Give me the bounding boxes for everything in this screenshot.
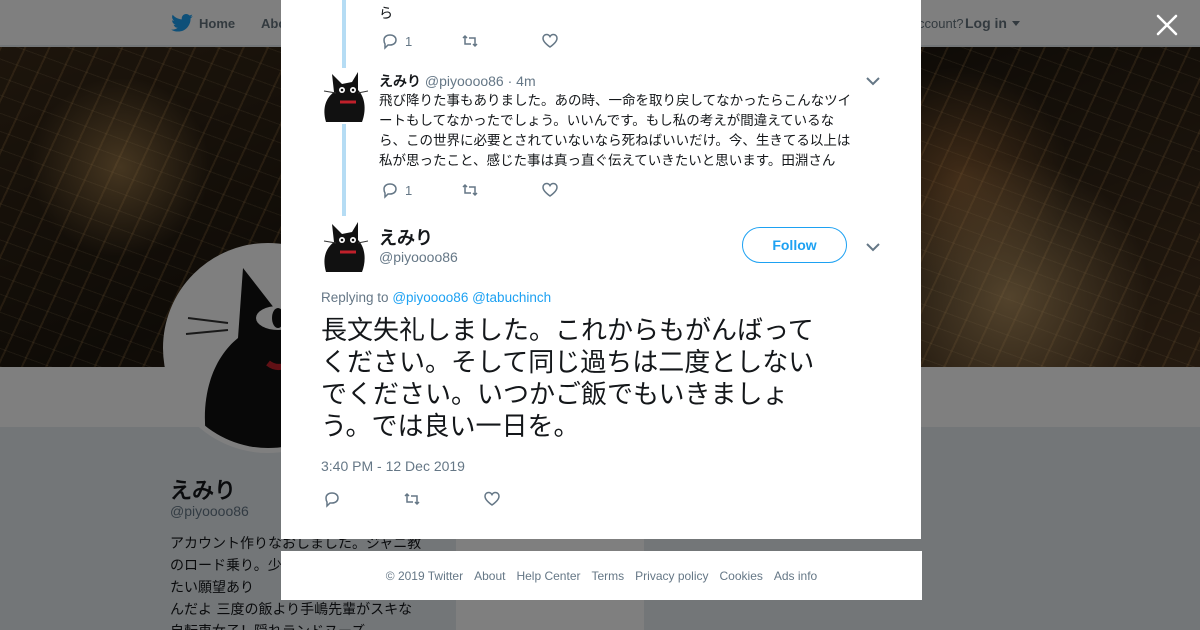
tweet-timestamp[interactable]: 3:40 PM - 12 Dec 2019 [321, 458, 465, 474]
like-button[interactable] [541, 181, 559, 199]
footer-link-cookies[interactable]: Cookies [720, 569, 763, 583]
footer-link-terms[interactable]: Terms [591, 569, 624, 583]
reply-count: 1 [405, 33, 413, 49]
footer-link-ads-info[interactable]: Ads info [774, 569, 817, 583]
tweet-actions: 1 [381, 181, 559, 199]
tweet-menu-chevron-icon[interactable] [866, 76, 880, 86]
user-avatar[interactable] [318, 70, 368, 122]
reply-icon [383, 183, 397, 199]
tweet-text-line: 飛び降りた事もありました。あの時、一命を取り戻してなかったらこんなツイ [379, 93, 852, 109]
heart-icon [542, 182, 558, 197]
reply-count: 1 [405, 182, 413, 198]
tweet-text: ら [379, 6, 393, 22]
reply-button[interactable]: 1 [381, 181, 461, 199]
heart-icon [484, 491, 500, 506]
tweet-actions: 1 [381, 32, 559, 50]
tweet-text-line: ートもしてなかったでしょう。いいんです。もし私の考えが間違えているな [379, 113, 835, 129]
tweet-author-handle[interactable]: @piyoooo86 [425, 73, 504, 89]
mention-link[interactable]: @piyoooo86 [392, 290, 468, 305]
mention-link[interactable]: @tabuchinch [472, 290, 551, 305]
reply-button[interactable] [323, 490, 403, 508]
footer: © 2019 Twitter About Help Center Terms P… [281, 551, 922, 600]
tweet-author-name[interactable]: えみり [379, 224, 433, 250]
replying-to-prefix: Replying to [321, 290, 389, 305]
footer-copyright: © 2019 Twitter [385, 568, 464, 583]
heart-icon [542, 33, 558, 48]
retweet-button[interactable] [461, 181, 541, 199]
retweet-button[interactable] [461, 32, 541, 50]
user-avatar[interactable] [318, 220, 368, 272]
like-button[interactable] [541, 32, 559, 50]
footer-link-help-center[interactable]: Help Center [516, 569, 580, 583]
tweet-text-line: ら、この世界に必要とされていないなら死ねばいいだけ。今、生きてる以上は [379, 133, 851, 149]
tweet-author-name[interactable]: えみり [379, 74, 421, 90]
tweet-text-line: ください。そして同じ過ちは二度としない [321, 348, 815, 378]
tweet-actions [323, 490, 501, 508]
tweet-text: 飛び降りた事もありました。あの時、一命を取り戻してなかったらこんなツイ ートもし… [379, 91, 851, 171]
reply-icon [383, 34, 397, 50]
follow-button[interactable]: Follow [742, 227, 847, 263]
replying-to: Replying to @piyoooo86 @tabuchinch [321, 290, 551, 305]
main-tweet-text: 長文失礼しました。これからもがんばって ください。そして同じ過ちは二度としない … [321, 315, 814, 443]
retweet-icon [404, 492, 420, 506]
tweet-text-line: でください。いつかご飯でもいきましょ [321, 380, 789, 410]
retweet-button[interactable] [403, 490, 483, 508]
reply-icon [325, 492, 339, 508]
close-icon[interactable] [1153, 11, 1181, 39]
retweet-icon [462, 34, 478, 48]
reply-button[interactable]: 1 [381, 32, 461, 50]
tweet-text-line: 私が思ったこと、感じた事は真っ直ぐ伝えていきたいと思います。田淵さん [379, 153, 836, 169]
like-button[interactable] [483, 490, 501, 508]
retweet-icon [462, 183, 478, 197]
tweet-text-line: 長文失礼しました。これからもがんばって [321, 316, 814, 346]
footer-link-about[interactable]: About [474, 569, 505, 583]
thread-connector-line [342, 124, 346, 216]
tweet-header: えみり @piyoooo86 · 4m [379, 71, 536, 91]
tweet-menu-chevron-icon[interactable] [866, 242, 880, 252]
tweet-text-line: う。では良い一日を。 [321, 412, 580, 442]
thread-connector-line [342, 0, 346, 68]
footer-link-privacy[interactable]: Privacy policy [635, 569, 708, 583]
tweet-author-handle[interactable]: @piyoooo86 [379, 249, 458, 265]
tweet-time[interactable]: · 4m [508, 73, 536, 89]
